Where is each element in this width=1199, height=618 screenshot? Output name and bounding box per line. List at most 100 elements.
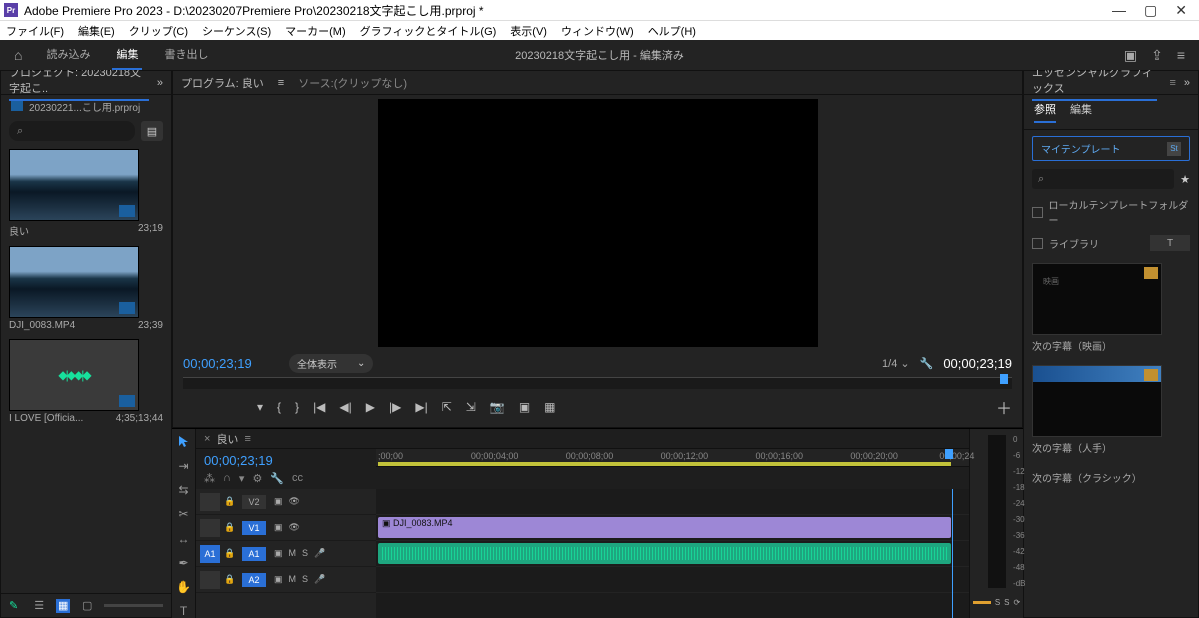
menu-help[interactable]: ヘルプ(H) [648, 23, 696, 39]
track-header-a2[interactable]: 🔒 A2 ▣MS🎤 [196, 567, 376, 593]
workspace-import[interactable]: 読み込み [42, 40, 94, 70]
eg-preset-item[interactable]: 映画 次の字幕（映画） [1032, 263, 1190, 353]
eg-edit-tab[interactable]: 編集 [1070, 101, 1092, 123]
solo-right[interactable]: S [1004, 598, 1009, 607]
safe-margins-icon[interactable]: ▦ [544, 400, 555, 414]
eg-browse-tab[interactable]: 参照 [1034, 101, 1056, 123]
program-zoom-dropdown[interactable]: 全体表示⌄ [289, 354, 373, 373]
razor-tool-icon[interactable]: ✂ [176, 507, 192, 521]
video-clip[interactable]: ▣ DJI_0083.MP4 [378, 517, 951, 538]
program-resolution-dropdown[interactable]: 1/4 ⌄ [882, 357, 910, 370]
go-to-out-icon[interactable]: ▶| [415, 400, 427, 414]
home-icon[interactable]: ⌂ [14, 47, 22, 63]
favorite-icon[interactable]: ★ [1180, 173, 1190, 186]
step-back-icon[interactable]: ◀| [339, 400, 351, 414]
eg-preset-item[interactable]: 次の字幕（クラシック） [1032, 467, 1190, 485]
program-timecode-left[interactable]: 00;00;23;19 [183, 356, 279, 371]
timeline-settings-icon[interactable]: ⚙ [252, 472, 262, 485]
program-menu-icon[interactable]: ≡ [278, 77, 284, 89]
lift-icon[interactable]: ⇱ [442, 400, 452, 414]
program-tab[interactable]: プログラム: 良い [181, 75, 264, 91]
track-header-v1[interactable]: 🔒 V1 ▣👁 [196, 515, 376, 541]
selection-tool-icon[interactable] [176, 435, 192, 449]
local-templates-checkbox[interactable]: ローカルテンプレートフォルダー [1032, 197, 1190, 227]
menu-file[interactable]: ファイル(F) [6, 23, 64, 39]
solo-left[interactable]: S [995, 598, 1000, 607]
timeline-ruler[interactable]: ;00;00 00;00;04;00 00;00;08;00 00;00;12;… [376, 449, 969, 467]
menu-view[interactable]: 表示(V) [510, 23, 547, 39]
wrench-tl-icon[interactable]: 🔧 [270, 472, 284, 485]
menu-window[interactable]: ウィンドウ(W) [561, 23, 634, 39]
pen-tool-icon[interactable]: ✒ [176, 556, 192, 570]
hand-tool-icon[interactable]: ✋ [176, 580, 192, 594]
maximize-button[interactable]: ▢ [1144, 2, 1157, 19]
ripple-edit-tool-icon[interactable]: ⇆ [176, 483, 192, 497]
timeline-playhead[interactable] [945, 449, 953, 459]
add-marker-tl-icon[interactable]: ▾ [239, 472, 245, 485]
share-icon[interactable]: ⇪ [1151, 47, 1163, 64]
panel-overflow-icon[interactable]: » [157, 77, 163, 89]
eg-menu-icon[interactable]: ≡ [1169, 77, 1175, 89]
workspace-menu-icon[interactable]: ≡ [1177, 47, 1185, 64]
comparison-icon[interactable]: ▣ [519, 400, 530, 414]
ruler-mark: 00;00;20;00 [850, 451, 898, 461]
menu-graphics[interactable]: グラフィックとタイトル(G) [360, 23, 497, 39]
program-monitor[interactable] [378, 99, 818, 347]
step-forward-icon[interactable]: |▶ [389, 400, 401, 414]
my-templates-button[interactable]: マイテンプレート St [1032, 136, 1190, 161]
audio-clip[interactable] [378, 543, 951, 564]
button-editor-icon[interactable]: ＋ [996, 395, 1012, 419]
thumbnail-size-slider[interactable] [104, 604, 163, 607]
mark-out-icon[interactable]: } [295, 400, 299, 414]
add-marker-icon[interactable]: ▾ [257, 400, 263, 414]
sequence-tab[interactable]: 良い [216, 431, 238, 447]
mark-in-icon[interactable]: { [277, 400, 281, 414]
work-area-bar[interactable] [378, 462, 951, 466]
asset-item[interactable]: 良い23;19 [9, 149, 163, 238]
slip-tool-icon[interactable]: ↔ [176, 532, 192, 546]
asset-item[interactable]: I LOVE [Officia...4;35;13;44 [9, 339, 163, 424]
audio-meter: 0-6 -12-18 -24-30 -36-42 -48-dB S S ⟳ [969, 429, 1023, 618]
menu-edit[interactable]: 編集(E) [78, 23, 115, 39]
timeline-timecode[interactable]: 00;00;23;19 [204, 453, 368, 468]
eg-preset-item[interactable]: 次の字幕（人手） [1032, 365, 1190, 455]
list-view-icon[interactable]: ☰ [32, 599, 46, 613]
caption-icon[interactable]: cc [292, 472, 303, 485]
linked-selection-icon[interactable]: ∩ [223, 472, 231, 485]
program-ruler[interactable] [183, 377, 1012, 389]
menu-sequence[interactable]: シーケンス(S) [202, 23, 271, 39]
workspace-bar: ⌂ 読み込み 編集 書き出し 20230218文字起こし用 - 編集済み ▣ ⇪… [0, 40, 1199, 70]
source-patch[interactable]: A1 [200, 545, 220, 563]
project-filter-icon[interactable]: ▤ [141, 121, 163, 141]
workspace-export[interactable]: 書き出し [160, 40, 212, 70]
program-playhead[interactable] [1000, 374, 1008, 384]
go-to-in-icon[interactable]: |◀ [313, 400, 325, 414]
track-header-a1[interactable]: A1🔒 A1 ▣MS🎤 [196, 541, 376, 567]
timeline-menu-icon[interactable]: ≡ [244, 433, 250, 445]
snap-icon[interactable]: ⁂ [204, 472, 215, 485]
close-button[interactable]: ✕ [1175, 2, 1187, 19]
freeform-icon[interactable]: ✎ [9, 599, 18, 612]
timeline-track-area[interactable]: ▣ DJI_0083.MP4 [376, 489, 969, 618]
freeform-view-icon[interactable]: ▢ [80, 599, 94, 613]
libraries-checkbox[interactable]: ライブラリ T [1032, 235, 1190, 251]
extract-icon[interactable]: ⇲ [466, 400, 476, 414]
project-title-center: 20230218文字起こし用 - 編集済み [515, 47, 684, 63]
workspace-edit[interactable]: 編集 [112, 40, 142, 70]
wrench-icon[interactable]: 🔧 [920, 357, 934, 370]
menu-marker[interactable]: マーカー(M) [285, 23, 346, 39]
eg-search-input[interactable]: ⌕ [1032, 169, 1174, 189]
export-frame-icon[interactable]: 📷 [490, 400, 505, 414]
eg-overflow-icon[interactable]: » [1184, 77, 1190, 89]
track-select-tool-icon[interactable]: ⇥ [176, 459, 192, 473]
track-header-v2[interactable]: 🔒 V2 ▣👁 [196, 489, 376, 515]
icon-view-icon[interactable]: ▦ [56, 599, 70, 613]
project-search-input[interactable]: ⌕ [9, 121, 135, 141]
source-tab[interactable]: ソース:(クリップなし) [298, 75, 407, 91]
asset-item[interactable]: DJI_0083.MP423;39 [9, 246, 163, 331]
type-tool-icon[interactable]: T [176, 604, 192, 618]
minimize-button[interactable]: — [1112, 2, 1126, 19]
menu-clip[interactable]: クリップ(C) [129, 23, 188, 39]
play-icon[interactable]: ▶ [366, 400, 375, 414]
quick-export-icon[interactable]: ▣ [1124, 47, 1137, 64]
